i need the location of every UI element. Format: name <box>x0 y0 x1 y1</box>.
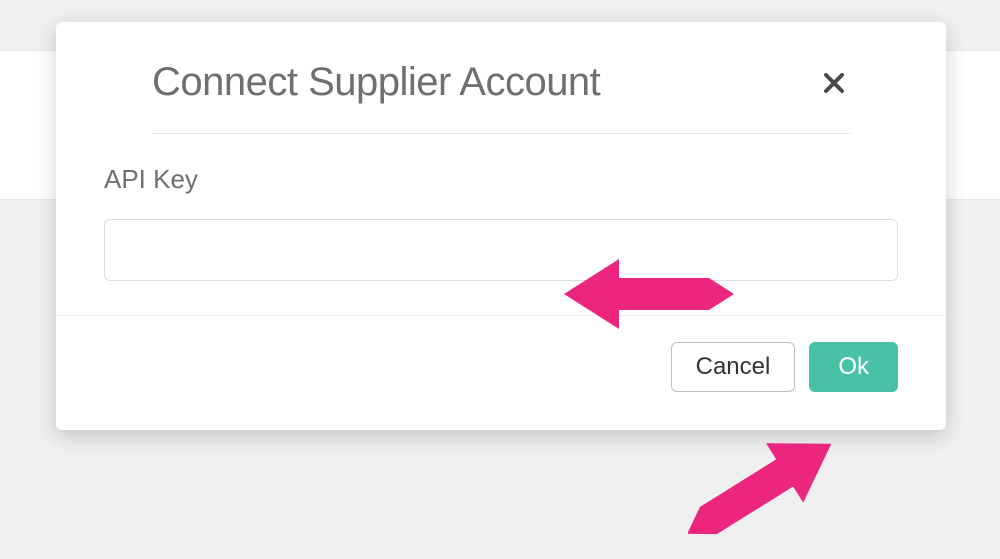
api-key-input[interactable] <box>104 219 898 281</box>
ok-button[interactable]: Ok <box>809 342 898 392</box>
close-button[interactable] <box>818 67 850 99</box>
modal-header: Connect Supplier Account <box>152 22 850 134</box>
connect-supplier-modal: Connect Supplier Account API Key Cancel … <box>56 22 946 430</box>
modal-title: Connect Supplier Account <box>152 60 600 105</box>
cancel-button[interactable]: Cancel <box>671 342 796 392</box>
modal-body: API Key <box>56 134 946 315</box>
api-key-label: API Key <box>104 164 898 195</box>
close-icon <box>822 83 846 98</box>
modal-footer: Cancel Ok <box>56 315 946 426</box>
arrow-upright-icon <box>688 432 858 552</box>
